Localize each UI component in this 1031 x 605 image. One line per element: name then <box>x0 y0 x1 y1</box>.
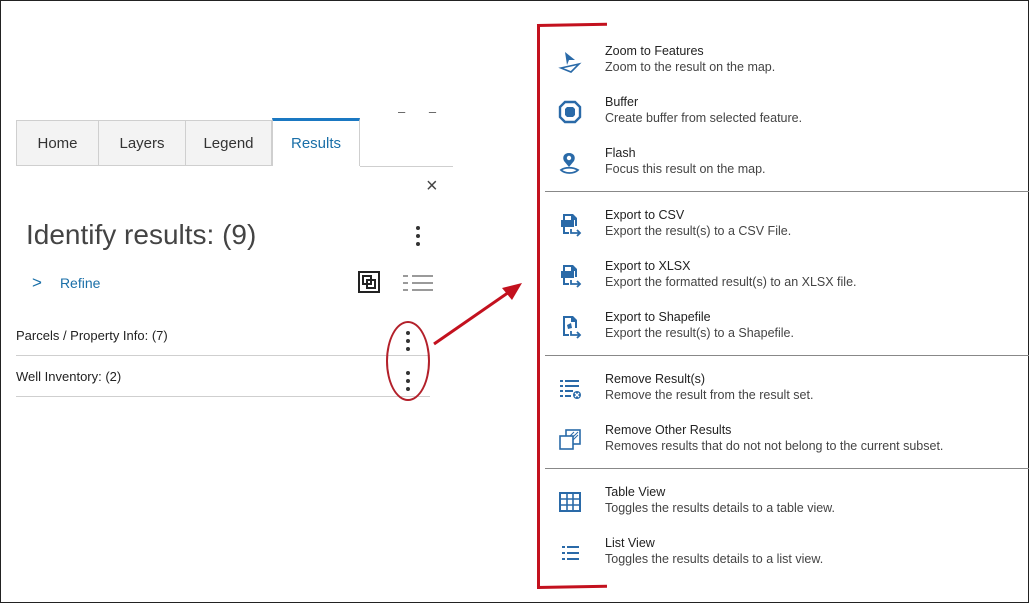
remove-results-icon <box>560 380 581 399</box>
tab-legend[interactable]: Legend <box>185 120 272 166</box>
zoom-to-features-icon <box>558 52 582 73</box>
menu-item-export-csv[interactable]: Export to CSV Export the result(s) to a … <box>545 200 1029 251</box>
menu-item-description: Toggles the results details to a list vi… <box>605 552 824 566</box>
result-options-menu: Zoom to Features Zoom to the result on t… <box>545 36 1029 579</box>
menu-item-description: Toggles the results details to a table v… <box>605 501 835 515</box>
menu-item-description: Zoom to the result on the map. <box>605 60 776 74</box>
export-xlsx-icon <box>561 265 582 288</box>
menu-item-zoom-to-features[interactable]: Zoom to Features Zoom to the result on t… <box>545 36 1029 87</box>
menu-item-label: Export to XLSX <box>605 259 691 273</box>
close-panel-button[interactable]: × <box>426 175 438 198</box>
list-view-icon <box>562 546 579 560</box>
menu-item-label: Export to Shapefile <box>605 310 711 324</box>
result-group-row[interactable]: Parcels / Property Info: (7) <box>16 316 430 356</box>
menu-item-export-shapefile[interactable]: Export to Shapefile Export the result(s)… <box>545 302 1029 353</box>
annotation-arrow <box>433 283 522 346</box>
tab-layers[interactable]: Layers <box>98 120 185 166</box>
menu-item-label: Zoom to Features <box>605 44 704 58</box>
list-view-toggle-icon[interactable] <box>403 273 433 293</box>
results-options-kebab-icon[interactable] <box>415 224 421 248</box>
menu-item-flash[interactable]: Flash Focus this result on the map. <box>545 138 1029 189</box>
menu-item-export-xlsx[interactable]: Export to XLSX Export the formatted resu… <box>545 251 1029 302</box>
annotation-highlight-oval <box>386 321 430 401</box>
menu-item-description: Create buffer from selected feature. <box>605 111 803 125</box>
remove-other-results-icon <box>559 429 581 450</box>
menu-item-label: Remove Other Results <box>605 423 732 437</box>
menu-item-description: Focus this result on the map. <box>605 162 766 176</box>
menu-item-description: Export the result(s) to a CSV File. <box>605 224 792 238</box>
chevron-right-icon: > <box>32 273 42 292</box>
menu-item-buffer[interactable]: Buffer Create buffer from selected featu… <box>545 87 1029 138</box>
table-view-toggle-icon[interactable] <box>358 271 380 293</box>
tab-baseline <box>360 166 453 167</box>
table-view-icon <box>559 492 581 512</box>
menu-item-label: List View <box>605 536 655 550</box>
menu-item-label: Flash <box>605 146 636 160</box>
menu-item-table-view[interactable]: Table View Toggles the results details t… <box>545 477 1029 528</box>
buffer-icon <box>558 100 582 124</box>
menu-item-label: Export to CSV <box>605 208 685 222</box>
menu-item-label: Buffer <box>605 95 639 109</box>
menu-item-remove-other-results[interactable]: Remove Other Results Removes results tha… <box>545 415 1029 466</box>
result-group-label: Well Inventory: (2) <box>16 369 122 384</box>
refine-toggle[interactable]: > Refine <box>32 273 100 293</box>
export-csv-icon <box>561 214 582 237</box>
menu-item-remove-results[interactable]: Remove Result(s) Remove the result from … <box>545 364 1029 415</box>
page-title: Identify results: (9) <box>26 219 257 250</box>
menu-separator <box>545 355 1029 356</box>
menu-item-description: Remove the result from the result set. <box>605 388 814 402</box>
faded-toolbar-marks: – – <box>398 104 447 119</box>
menu-item-label: Remove Result(s) <box>605 372 706 386</box>
menu-item-description: Removes results that do not not belong t… <box>605 439 944 453</box>
menu-item-list-view[interactable]: List View Toggles the results details to… <box>545 528 1029 579</box>
menu-separator <box>545 468 1029 469</box>
menu-item-label: Table View <box>605 485 666 499</box>
menu-item-description: Export the formatted result(s) to an XLS… <box>605 275 857 289</box>
refine-label: Refine <box>59 275 101 291</box>
tab-results[interactable]: Results <box>272 118 360 166</box>
result-group-row[interactable]: Well Inventory: (2) <box>16 357 430 397</box>
flash-icon <box>559 153 580 174</box>
menu-item-description: Export the result(s) to a Shapefile. <box>605 326 794 340</box>
menu-separator <box>545 191 1029 192</box>
result-group-label: Parcels / Property Info: (7) <box>16 328 168 343</box>
tab-home[interactable]: Home <box>16 120 98 166</box>
panel-tabs: Home Layers Legend Results <box>16 118 360 168</box>
export-shapefile-icon <box>563 316 582 339</box>
